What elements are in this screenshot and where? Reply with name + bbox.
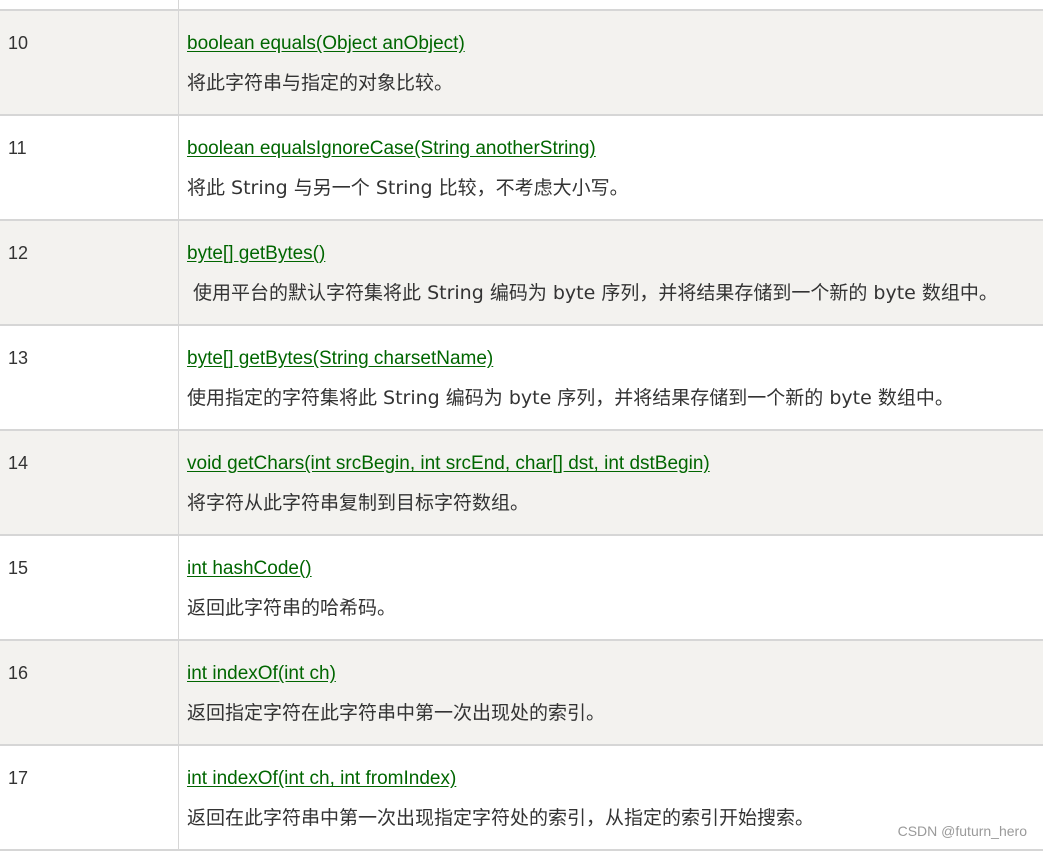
row-index: 15	[8, 558, 29, 578]
column-divider	[178, 536, 179, 639]
method-description: 返回在此字符串中第一次出现指定字符处的索引，从指定的索引开始搜索。	[187, 807, 815, 829]
row-index: 17	[8, 768, 29, 788]
row-index: 12	[8, 243, 29, 263]
column-divider	[178, 116, 179, 219]
column-divider	[178, 641, 179, 744]
csdn-watermark: CSDN @futurn_hero	[897, 823, 1027, 839]
method-link[interactable]: boolean equals(Object anObject)	[187, 32, 465, 56]
row-index: 11	[8, 138, 27, 158]
method-link[interactable]: int indexOf(int ch, int fromIndex)	[187, 767, 456, 791]
method-description: 使用平台的默认字符集将此 String 编码为 byte 序列，并将结果存储到一…	[187, 282, 998, 304]
row-index: 13	[8, 348, 29, 368]
method-description: 将字符从此字符串复制到目标字符数组。	[187, 492, 530, 514]
method-description: 返回此字符串的哈希码。	[187, 597, 397, 619]
method-link[interactable]: void getChars(int srcBegin, int srcEnd, …	[187, 452, 710, 476]
method-description: 将此 String 与另一个 String 比较，不考虑大小写。	[187, 177, 629, 199]
table-row: 10 boolean equals(Object anObject) 将此字符串…	[0, 11, 1043, 116]
column-divider	[178, 326, 179, 429]
table-row: 13 byte[] getBytes(String charsetName) 使…	[0, 326, 1043, 431]
column-divider	[178, 221, 179, 324]
method-description: 将此字符串与指定的对象比较。	[187, 72, 454, 94]
table-top-edge	[0, 0, 1043, 11]
row-index: 10	[8, 33, 29, 53]
row-index: 14	[8, 453, 29, 473]
table-row: 16 int indexOf(int ch) 返回指定字符在此字符串中第一次出现…	[0, 641, 1043, 746]
method-description: 返回指定字符在此字符串中第一次出现处的索引。	[187, 702, 606, 724]
method-link[interactable]: boolean equalsIgnoreCase(String anotherS…	[187, 137, 596, 161]
column-divider	[178, 431, 179, 534]
method-link[interactable]: int indexOf(int ch)	[187, 662, 336, 686]
table-row: 12 byte[] getBytes() 使用平台的默认字符集将此 String…	[0, 221, 1043, 326]
row-index: 16	[8, 663, 29, 683]
table-row: 17 int indexOf(int ch, int fromIndex) 返回…	[0, 746, 1043, 851]
method-description: 使用指定的字符集将此 String 编码为 byte 序列，并将结果存储到一个新…	[187, 387, 954, 409]
table-row: 15 int hashCode() 返回此字符串的哈希码。	[0, 536, 1043, 641]
table-row: 11 boolean equalsIgnoreCase(String anoth…	[0, 116, 1043, 221]
table-row: 14 void getChars(int srcBegin, int srcEn…	[0, 431, 1043, 536]
method-link[interactable]: byte[] getBytes()	[187, 242, 325, 266]
column-divider	[178, 11, 179, 114]
column-divider	[178, 0, 179, 9]
string-methods-table: 10 boolean equals(Object anObject) 将此字符串…	[0, 0, 1043, 851]
method-link[interactable]: byte[] getBytes(String charsetName)	[187, 347, 493, 371]
column-divider	[178, 746, 179, 849]
method-link[interactable]: int hashCode()	[187, 557, 312, 581]
